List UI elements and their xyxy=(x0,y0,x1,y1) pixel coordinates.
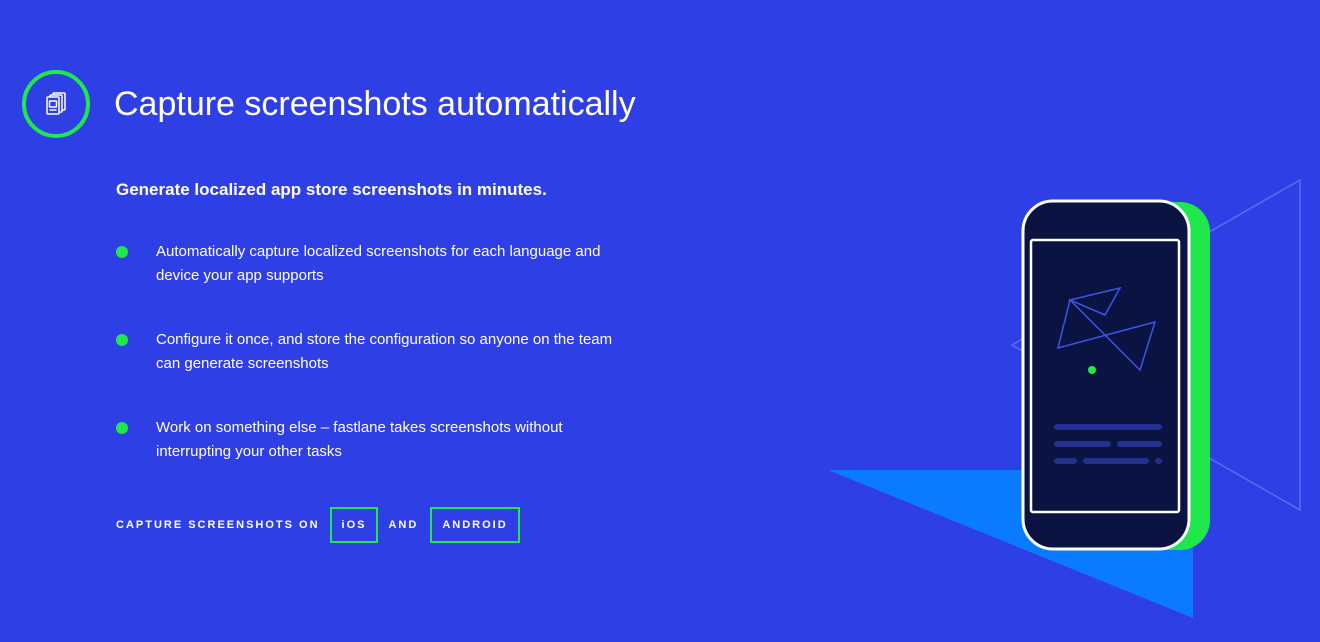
feature-item: Work on something else – fastlane takes … xyxy=(116,416,636,504)
screen-green-dot xyxy=(1088,366,1096,374)
feature-text: Work on something else – fastlane takes … xyxy=(156,419,563,460)
screen-text-line xyxy=(1054,458,1077,464)
bullet-dot-icon xyxy=(116,246,128,258)
phone-screenshot-illustration xyxy=(828,178,1301,618)
feature-list: Automatically capture localized screensh… xyxy=(116,240,636,504)
section-subtitle: Generate localized app store screenshots… xyxy=(116,180,547,199)
android-link[interactable]: ANDROID xyxy=(430,507,520,543)
ios-link[interactable]: iOS xyxy=(329,507,379,543)
phone-screen xyxy=(1029,238,1181,514)
feature-text: Automatically capture localized screensh… xyxy=(156,243,601,284)
screen-text-line xyxy=(1117,441,1162,447)
screen-text-line xyxy=(1054,441,1111,447)
platform-links: CAPTURE SCREENSHOTS ON iOS AND ANDROID xyxy=(116,507,520,543)
feature-text: Configure it once, and store the configu… xyxy=(156,331,613,372)
feature-item: Configure it once, and store the configu… xyxy=(116,328,636,416)
screen-text-line xyxy=(1054,424,1162,430)
bullet-dot-icon xyxy=(116,334,128,346)
screen-text-line xyxy=(1083,458,1149,464)
screenshots-stack-icon xyxy=(22,70,90,138)
screen-text-line xyxy=(1155,458,1162,464)
feature-item: Automatically capture localized screensh… xyxy=(116,240,636,328)
platforms-joiner-text: AND xyxy=(388,519,419,531)
bullet-dot-icon xyxy=(116,422,128,434)
section-title: Capture screenshots automatically xyxy=(114,85,636,123)
platforms-lead-text: CAPTURE SCREENSHOTS ON xyxy=(116,519,320,531)
